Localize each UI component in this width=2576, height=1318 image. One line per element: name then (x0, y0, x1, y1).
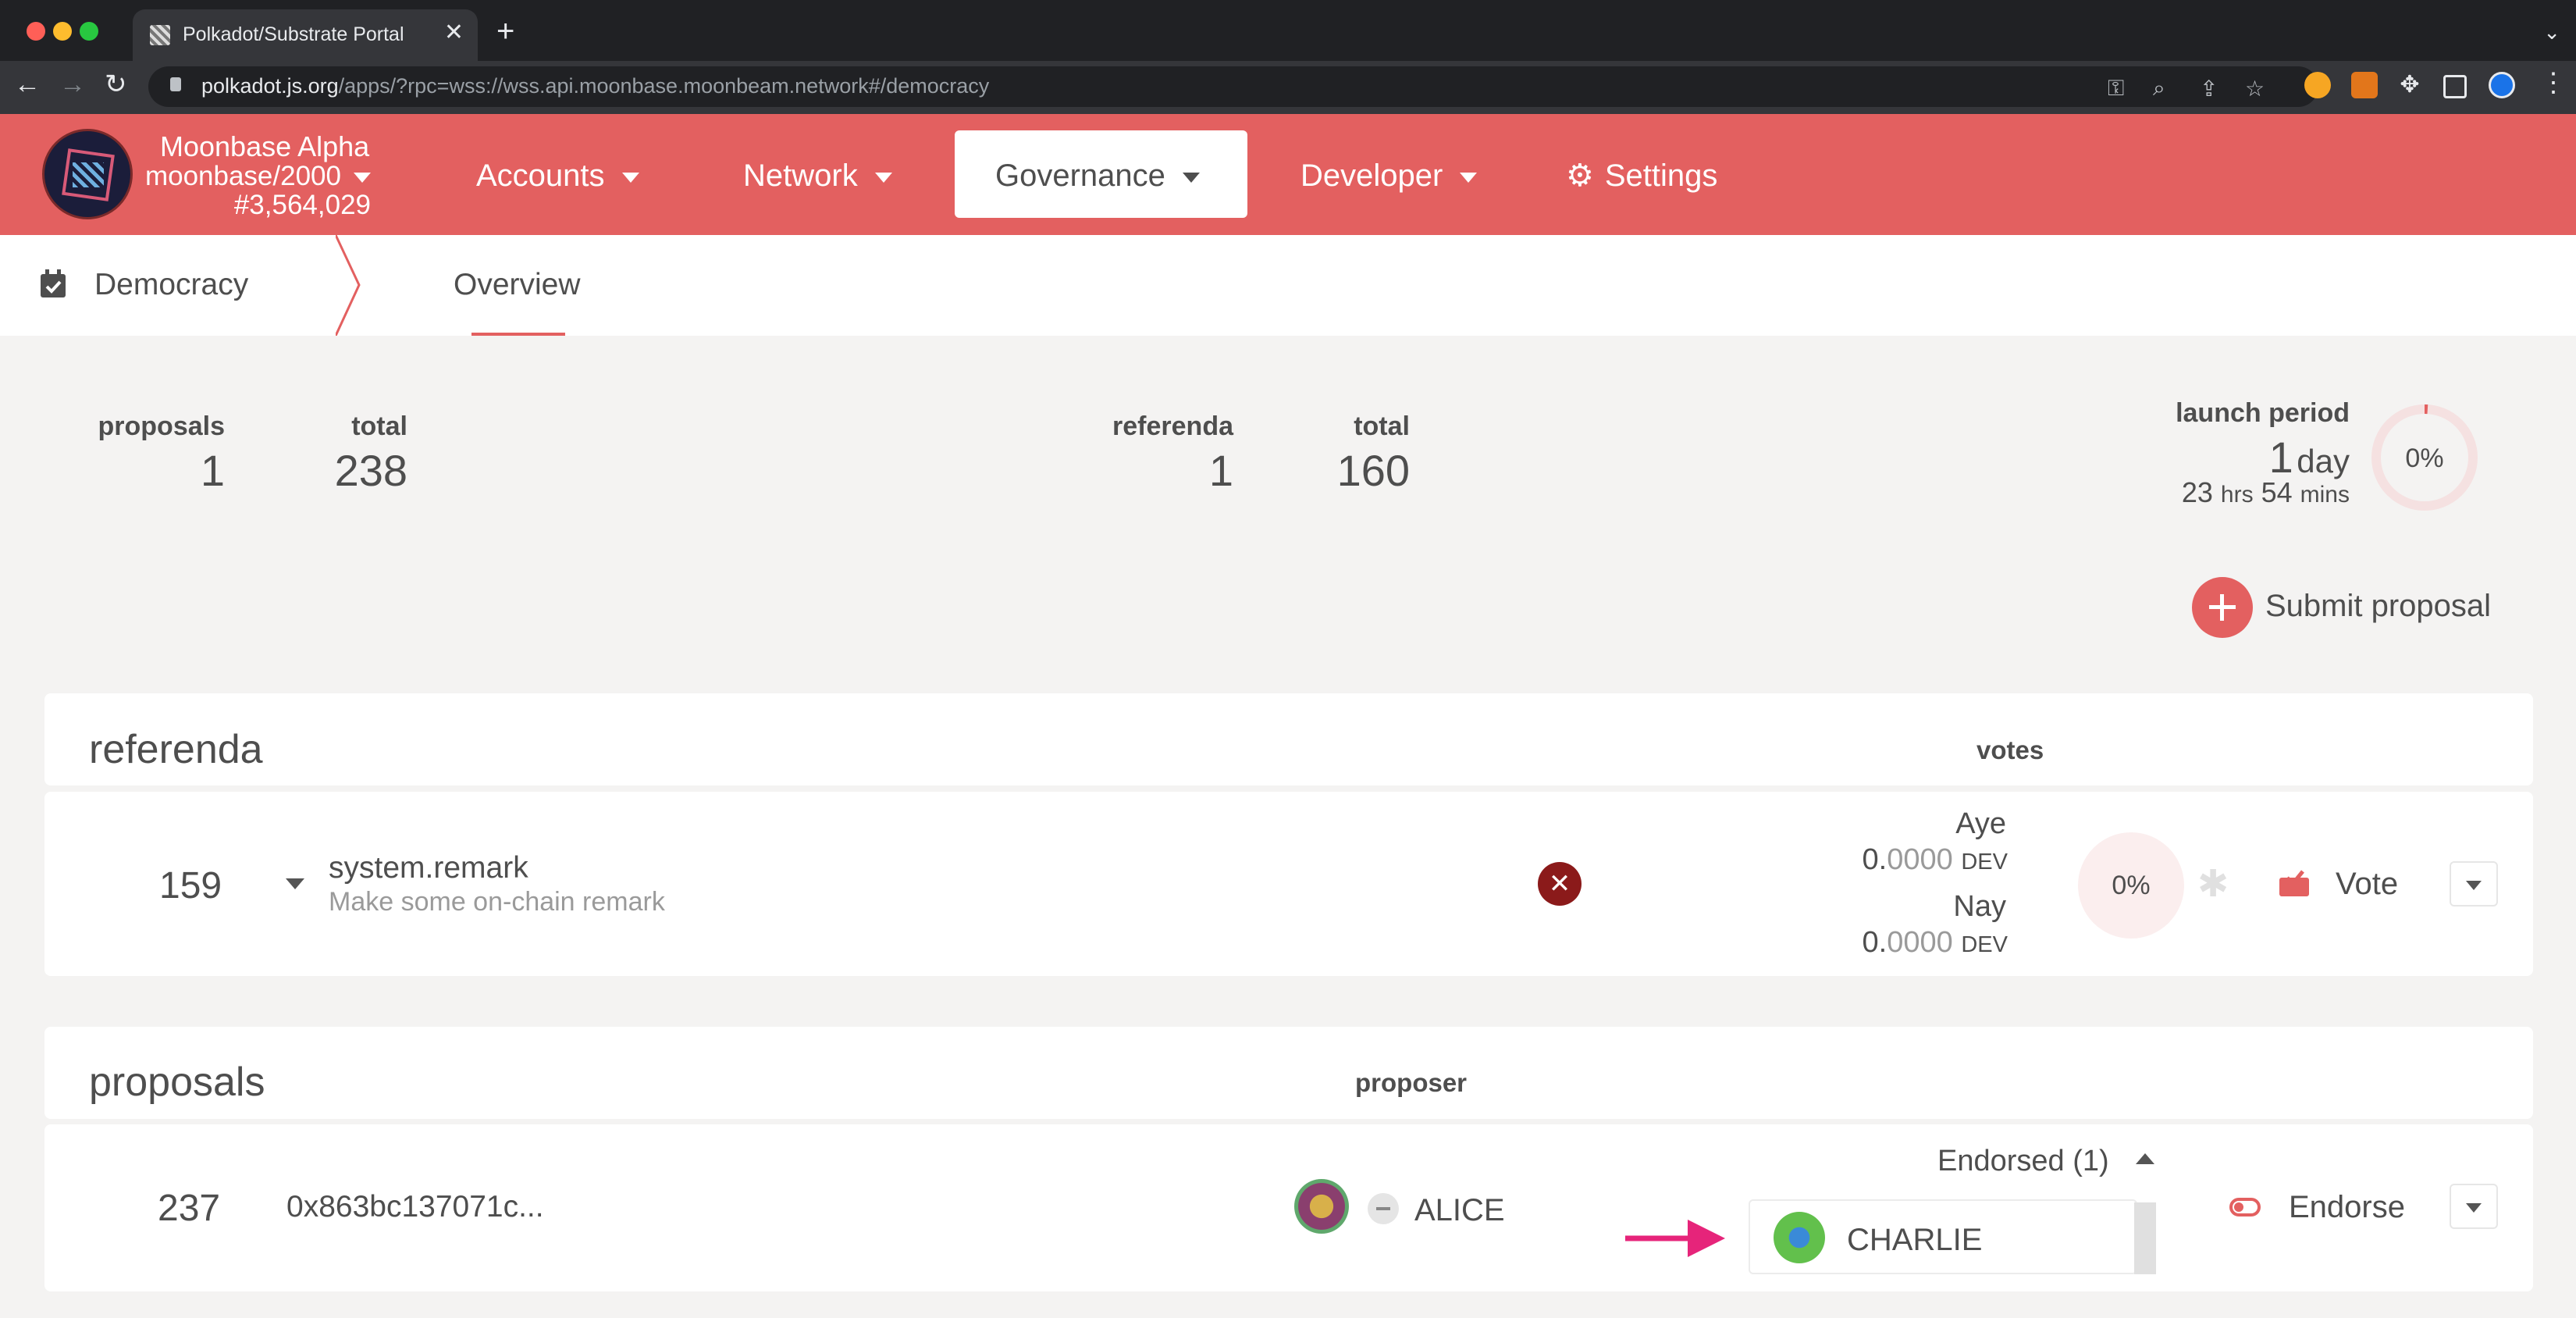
key-icon[interactable]: ⚿ (2108, 76, 2124, 102)
back-icon[interactable]: ← (14, 69, 41, 100)
asterisk-icon: ✱ (2197, 864, 2229, 905)
tab-title: Polkadot/Substrate Portal (183, 23, 404, 45)
puzzle-icon[interactable]: ✥ (2396, 72, 2423, 98)
maximize-window-button[interactable] (80, 22, 98, 41)
referenda-header (44, 693, 2533, 785)
charlie-identicon (1774, 1212, 1825, 1263)
chain-name[interactable]: Moonbase Alpha (160, 130, 414, 163)
block-number: #3,564,029 (233, 190, 371, 220)
menu-accounts[interactable]: Accounts (476, 158, 639, 194)
sub-navigation (0, 235, 2576, 336)
calendar-check-icon (39, 269, 67, 299)
aye-amount: 0.0000 DEV (1862, 843, 2008, 876)
bookmark-star-icon[interactable]: ☆ (2245, 76, 2265, 102)
referenda-title: referenda (89, 727, 263, 772)
proposals-total: 238 (334, 446, 407, 495)
new-tab-icon[interactable]: + (496, 16, 514, 47)
url-host: polkadot.js.org (201, 74, 339, 98)
launch-period-remaining: 23 hrs 54 mins (2181, 476, 2350, 508)
proposer-column-header: proposer (1355, 1068, 1468, 1097)
lock-icon (170, 77, 181, 91)
breadcrumb-separator (336, 235, 361, 336)
launch-period-label: launch period (2176, 398, 2350, 428)
endorsed-toggle[interactable]: Endorsed (1) (1937, 1145, 2109, 1178)
gears-icon: ⚙ (1566, 159, 1594, 193)
proposals-title: proposals (89, 1060, 265, 1105)
referendum-description: Make some on-chain remark (329, 887, 665, 917)
menu-governance[interactable]: Governance (955, 130, 1247, 218)
referenda-count: 1 (1208, 446, 1233, 495)
vote-percent: 0% (2078, 832, 2184, 939)
tab-search-icon[interactable]: ⌄ (2543, 20, 2560, 45)
browser-tab[interactable]: Polkadot/Substrate Portal ✕ (133, 9, 478, 61)
sidepanel-icon[interactable] (2443, 75, 2467, 98)
address-bar[interactable]: polkadot.js.org/apps/?rpc=wss://wss.api.… (148, 66, 2318, 107)
vote-button[interactable]: Vote (2336, 867, 2398, 902)
tab-favicon-icon (150, 25, 170, 45)
nay-label: Nay (1953, 890, 2006, 923)
proposals-label: proposals (98, 411, 225, 441)
annotation-arrow-icon (1625, 1220, 1725, 1257)
aye-label: Aye (1955, 807, 2006, 840)
section-title[interactable]: Democracy (94, 268, 248, 302)
nay-amount: 0.0000 DEV (1862, 926, 2008, 959)
metamask-icon[interactable] (2351, 72, 2378, 98)
endorse-toggle-icon (2229, 1198, 2261, 1216)
vote-checkbox-icon (2279, 870, 2309, 896)
proposal-actions-dropdown[interactable] (2450, 1184, 2498, 1229)
tab-overview[interactable]: Overview (454, 268, 581, 302)
referenda-label: referenda (1112, 411, 1233, 441)
endorsers-scrollbar[interactable] (2134, 1202, 2156, 1274)
reload-icon[interactable]: ↻ (105, 69, 127, 100)
submit-proposal-plus-icon[interactable] (2192, 577, 2253, 638)
referenda-total-label: total (1354, 411, 1410, 441)
active-tab-indicator (471, 333, 565, 336)
proposal-hash: 0x863bc137071c... (286, 1190, 544, 1224)
proposer-name[interactable]: ALICE (1414, 1193, 1505, 1228)
referendum-call: system.remark (329, 851, 528, 885)
proposal-index: 237 (158, 1188, 221, 1229)
menu-settings[interactable]: ⚙ Settings (1566, 158, 1717, 194)
share-icon[interactable]: ⇪ (2200, 76, 2218, 102)
close-window-button[interactable] (27, 22, 45, 41)
extension-icon[interactable] (2304, 72, 2331, 98)
launch-period-progress-ring: 0% (2371, 404, 2478, 511)
zoom-icon[interactable]: ⌕ (2153, 76, 2165, 102)
chain-spec[interactable]: moonbase/2000 (117, 161, 371, 192)
url-path: /apps/?rpc=wss://wss.api.moonbase.moonbe… (338, 74, 990, 98)
chevron-up-icon[interactable] (2136, 1153, 2154, 1164)
identity-minus-icon (1368, 1193, 1399, 1224)
alice-identicon (1294, 1179, 1349, 1234)
launch-period-days: 1 day (2268, 433, 2350, 482)
menu-network[interactable]: Network (743, 158, 892, 194)
proposals-header (44, 1027, 2533, 1119)
referendum-index: 159 (159, 865, 222, 907)
forward-icon[interactable]: → (59, 69, 86, 100)
referenda-total: 160 (1336, 446, 1410, 495)
expand-caret-icon[interactable] (286, 878, 304, 889)
proposals-total-label: total (351, 411, 407, 441)
browser-menu-icon[interactable]: ⋮ (2540, 67, 2567, 98)
tab-close-icon[interactable]: ✕ (444, 19, 464, 46)
submit-proposal-button[interactable]: Submit proposal (2265, 589, 2491, 624)
minimize-window-button[interactable] (53, 22, 72, 41)
endorser-name[interactable]: CHARLIE (1847, 1223, 1982, 1258)
endorse-button[interactable]: Endorse (2289, 1190, 2405, 1225)
proposals-count: 1 (200, 446, 225, 495)
close-icon: ✕ (1538, 862, 1582, 906)
referendum-actions-dropdown[interactable] (2450, 861, 2498, 907)
launch-period-percent: 0% (2405, 443, 2443, 473)
profile-avatar[interactable] (2489, 72, 2515, 98)
menu-developer[interactable]: Developer (1300, 158, 1478, 194)
votes-column-header: votes (1976, 736, 2044, 764)
